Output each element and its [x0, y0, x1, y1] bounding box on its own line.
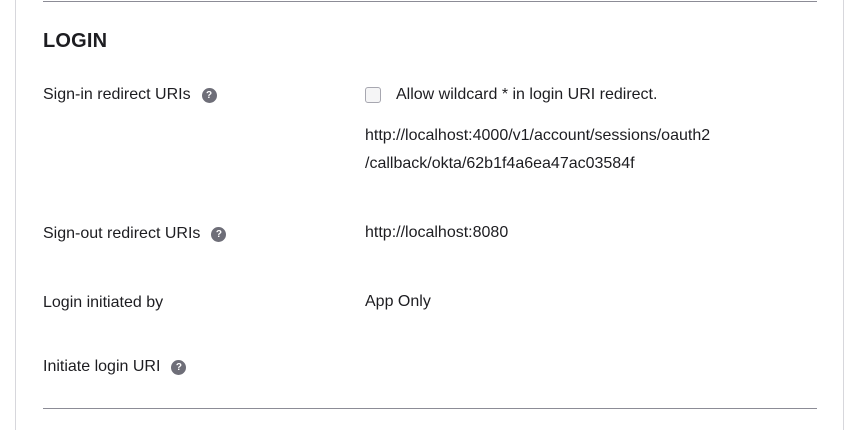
- section-title: LOGIN: [43, 30, 108, 52]
- help-icon[interactable]: ?: [201, 87, 217, 103]
- sign-in-redirect-uri-line1: http://localhost:4000/v1/account/session…: [365, 127, 711, 144]
- sign-in-redirect-label-row: Sign-in redirect URIs ?: [43, 85, 217, 105]
- login-initiated-value: App Only: [365, 293, 431, 310]
- section-divider-bottom: [43, 408, 817, 409]
- help-icon[interactable]: ?: [211, 226, 227, 242]
- sign-out-redirect-label: Sign-out redirect URIs: [43, 225, 201, 242]
- wildcard-checkbox-row[interactable]: Allow wildcard * in login URI redirect.: [365, 85, 657, 105]
- sign-in-redirect-uri-line2: /callback/okta/62b1f4a6ea47ac03584f: [365, 155, 635, 172]
- sign-out-redirect-label-row: Sign-out redirect URIs ?: [43, 224, 227, 244]
- login-initiated-label-row: Login initiated by: [43, 293, 163, 313]
- wildcard-checkbox[interactable]: [365, 87, 381, 103]
- initiate-login-uri-label-row: Initiate login URI ?: [43, 357, 187, 377]
- login-initiated-label: Login initiated by: [43, 294, 164, 311]
- sign-in-redirect-label: Sign-in redirect URIs: [43, 86, 191, 103]
- initiate-login-uri-label: Initiate login URI: [43, 358, 161, 375]
- sign-out-redirect-uri: http://localhost:8080: [365, 224, 509, 241]
- wildcard-checkbox-label[interactable]: Allow wildcard * in login URI redirect.: [396, 85, 657, 105]
- help-icon[interactable]: ?: [171, 359, 187, 375]
- section-divider-top: [43, 1, 817, 2]
- sign-in-redirect-uri: http://localhost:4000/v1/account/session…: [365, 122, 710, 178]
